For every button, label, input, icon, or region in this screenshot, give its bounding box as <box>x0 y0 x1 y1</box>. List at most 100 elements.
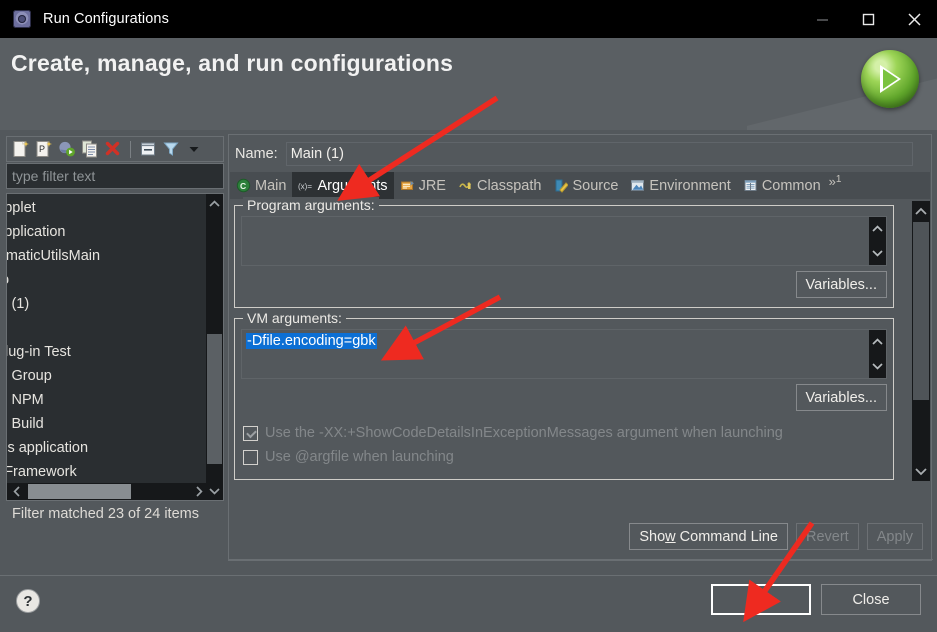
tab-overflow-indicator[interactable]: » 1 <box>829 172 842 199</box>
tab-common[interactable]: Common <box>737 172 827 199</box>
tab-overflow-chevrons: » <box>828 174 836 189</box>
show-code-details-label: Use the -XX:+ShowCodeDetailsInExceptionM… <box>265 425 783 441</box>
list-item[interactable]: nit <box>7 316 207 340</box>
run-play-orb-icon <box>861 50 919 108</box>
tab-source[interactable]: Source <box>547 172 624 199</box>
vm-variables-button[interactable]: Variables... <box>795 384 887 411</box>
list-item[interactable]: va Applet <box>7 196 207 220</box>
vm-arguments-label: VM arguments: <box>243 310 346 326</box>
vm-arguments-value[interactable]: -Dfile.encoding=gbk <box>246 333 377 349</box>
dialog-header: Create, manage, and run configurations R… <box>0 38 937 130</box>
scroll-down-icon[interactable] <box>869 243 886 263</box>
java-main-class-icon: C <box>236 178 251 193</box>
svg-text:P: P <box>39 144 45 154</box>
tab-environment[interactable]: Environment <box>624 172 736 199</box>
tab-content-scrollbar[interactable] <box>912 201 930 481</box>
minimize-icon[interactable] <box>799 0 845 38</box>
revert-button[interactable]: Revert <box>796 523 859 550</box>
filter-status-text: Filter matched 23 of 24 items <box>12 506 199 522</box>
window-title: Run Configurations <box>43 11 169 27</box>
scroll-down-icon[interactable] <box>912 461 930 481</box>
list-item[interactable]: unch NPM <box>7 388 207 412</box>
tab-arguments[interactable]: (x)= Arguments <box>292 172 394 199</box>
scroll-up-icon[interactable] <box>869 332 886 352</box>
vm-arguments-group: VM arguments: -Dfile.encoding=gbk Variab… <box>234 310 894 480</box>
delete-icon[interactable] <box>103 139 123 159</box>
list-item[interactable]: nit Plug-in Test <box>7 340 207 364</box>
name-row: Name: Main (1) <box>229 141 933 167</box>
list-item[interactable]: Hello <box>7 268 207 292</box>
configuration-editor: Name: Main (1) C Main (x)= Arguments JRE… <box>228 134 933 561</box>
tab-bar: C Main (x)= Arguments JRE Classpath Sour… <box>230 172 930 199</box>
vm-arguments-scrollbar[interactable] <box>869 330 886 378</box>
program-variables-button[interactable]: Variables... <box>795 271 887 298</box>
close-icon[interactable] <box>891 0 937 38</box>
tree-scroll-thumb[interactable] <box>207 334 222 464</box>
filter-icon[interactable] <box>161 139 181 159</box>
show-code-details-checkbox-row[interactable]: Use the -XX:+ShowCodeDetailsInExceptionM… <box>243 425 783 441</box>
tree-horizontal-scrollbar[interactable] <box>7 483 208 500</box>
tab-classpath[interactable]: Classpath <box>452 172 547 199</box>
maximize-icon[interactable] <box>845 0 891 38</box>
environment-icon <box>630 178 645 193</box>
program-arguments-group: Program arguments: Variables... <box>234 197 894 308</box>
svg-text:C: C <box>240 181 246 191</box>
tree-vertical-scrollbar[interactable] <box>206 194 223 500</box>
show-command-line-button[interactable]: Sho w Command Line <box>629 523 788 550</box>
tab-main[interactable]: C Main <box>230 172 292 199</box>
vm-arguments-textarea[interactable]: -Dfile.encoding=gbk <box>241 329 887 379</box>
scroll-down-icon[interactable] <box>869 356 886 376</box>
list-item[interactable]: AutomaticUtilsMain <box>7 244 207 268</box>
list-item[interactable]: unch Group <box>7 364 207 388</box>
collapse-all-icon[interactable] <box>138 139 158 159</box>
run-button[interactable]: Run <box>711 584 811 615</box>
list-item[interactable]: va Application <box>7 220 207 244</box>
help-question-icon[interactable]: ? <box>16 589 40 613</box>
duplicate-icon[interactable] <box>80 139 100 159</box>
apply-button[interactable]: Apply <box>866 523 923 550</box>
tab-overflow-count: 1 <box>835 174 842 185</box>
tree-hscroll-thumb[interactable] <box>28 484 131 499</box>
new-prototype-icon[interactable]: P <box>34 139 54 159</box>
configurations-tree[interactable]: va Applet va Application AutomaticUtilsM… <box>6 193 224 501</box>
view-menu-chevron-icon[interactable] <box>184 139 204 159</box>
tab-label: Classpath <box>476 177 542 194</box>
jre-icon <box>400 178 415 193</box>
name-input[interactable]: Main (1) <box>285 142 913 166</box>
list-item[interactable]: Main (1) <box>7 292 207 316</box>
tab-jre[interactable]: JRE <box>394 172 452 199</box>
program-arguments-value[interactable] <box>242 217 869 265</box>
editor-action-buttons: Sho w Command Line Revert Apply <box>629 523 923 550</box>
list-item[interactable]: aven Build <box>7 412 207 436</box>
content-scroll-thumb[interactable] <box>913 222 929 400</box>
tab-label: JRE <box>418 177 446 194</box>
window-controls <box>799 0 937 38</box>
scroll-up-icon[interactable] <box>206 194 223 213</box>
checkbox-checked-icon[interactable] <box>243 425 258 441</box>
checkbox-unchecked-icon[interactable] <box>243 449 258 465</box>
close-button[interactable]: Close <box>821 584 921 615</box>
list-item[interactable]: SGi Framework <box>7 460 207 484</box>
common-icon <box>743 178 758 193</box>
dialog-footer: ? Run Close <box>0 575 937 632</box>
arguments-icon: (x)= <box>298 178 313 193</box>
search-input[interactable]: type filter text <box>6 163 224 189</box>
scroll-left-icon[interactable] <box>7 483 26 500</box>
configurations-tree-items: va Applet va Application AutomaticUtilsM… <box>7 196 207 500</box>
scroll-down-icon[interactable] <box>206 481 223 500</box>
program-arguments-textarea[interactable] <box>241 216 887 266</box>
name-label: Name: <box>235 146 278 162</box>
scroll-up-icon[interactable] <box>912 201 930 221</box>
window-titlebar: Run Configurations <box>0 0 937 38</box>
footer-buttons: Run Close <box>711 584 921 615</box>
program-arguments-scrollbar[interactable] <box>869 217 886 265</box>
list-item[interactable]: ode.js application <box>7 436 207 460</box>
use-argfile-checkbox-row[interactable]: Use @argfile when launching <box>243 449 454 465</box>
program-arguments-label: Program arguments: <box>243 197 379 213</box>
scroll-up-icon[interactable] <box>869 219 886 239</box>
toolbar-separator <box>130 140 131 158</box>
scroll-right-icon[interactable] <box>189 483 208 500</box>
vm-arguments-field[interactable]: -Dfile.encoding=gbk <box>242 330 869 378</box>
export-icon[interactable] <box>57 139 77 159</box>
new-configuration-icon[interactable] <box>11 139 31 159</box>
